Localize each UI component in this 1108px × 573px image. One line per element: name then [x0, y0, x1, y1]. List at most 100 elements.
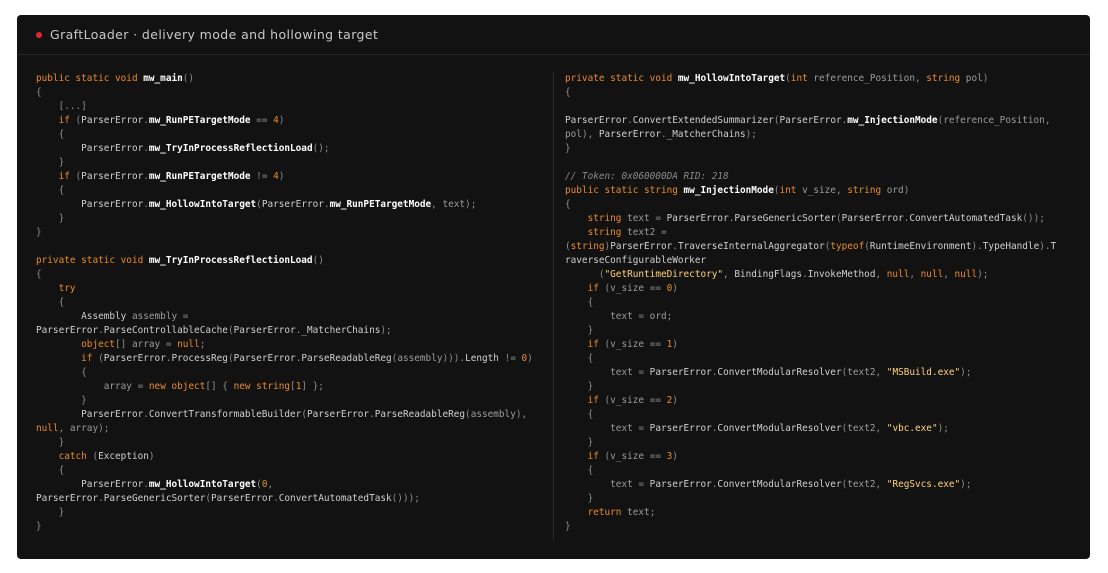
code-token-punctuation — [565, 339, 588, 350]
code-token-variable: v_size — [796, 185, 836, 196]
code-line: ("GetRuntimeDirectory", BindingFlags.Inv… — [565, 268, 1075, 282]
code-line: string text2 = — [565, 226, 1075, 240]
code-token-punctuation: != — [250, 171, 274, 182]
window-title: GraftLoader · delivery mode and hollowin… — [50, 27, 379, 42]
code-token-identifier: ParserError — [211, 493, 274, 504]
code-token-punctuation: , — [58, 423, 70, 434]
code-token-keyword: if — [58, 115, 70, 126]
code-line: text = ParserError.ConvertModularResolve… — [565, 366, 1075, 380]
code-token-variable: text — [610, 311, 633, 322]
code-line: if (ParserError.ProcessReg(ParserError.P… — [36, 352, 546, 366]
code-token-identifier: Length — [465, 353, 499, 364]
code-line: } — [36, 436, 546, 450]
code-token-keyword: if — [58, 171, 70, 182]
code-line: } — [565, 492, 1075, 506]
code-token-identifier: ParserError — [649, 367, 712, 378]
code-token-variable: array — [131, 339, 161, 350]
code-token-identifier: ParserError — [610, 241, 673, 252]
code-token-identifier: ConvertAutomatedTask — [278, 493, 392, 504]
code-token-punctuation: ) — [982, 73, 989, 84]
code-token-punctuation: = — [632, 367, 650, 378]
code-token-punctuation — [565, 311, 610, 322]
code-line: } — [565, 142, 1075, 156]
code-token-keyword: return — [587, 507, 622, 518]
code-token-keyword: object — [81, 339, 116, 350]
code-line: return text; — [565, 506, 1075, 520]
code-token-punctuation: = — [177, 311, 189, 322]
code-token-punctuation: } — [36, 437, 65, 448]
code-token-identifier: raverseConfigurableWorker — [565, 255, 707, 266]
code-token-punctuation — [36, 339, 81, 350]
code-token-punctuation: } — [565, 143, 571, 154]
code-token-punctuation: { — [36, 129, 65, 140]
code-token-identifier: T — [1050, 241, 1057, 252]
code-token-identifier: ParseReadableReg — [301, 353, 392, 364]
code-token-keyword: string — [847, 185, 882, 196]
code-token-punctuation: ) — [903, 185, 910, 196]
code-token-punctuation: ( — [598, 283, 611, 294]
code-line: try — [36, 282, 546, 296]
code-line: (string)ParserError.TraverseInternalAggr… — [565, 240, 1075, 254]
code-token-keyword: null — [36, 423, 59, 434]
code-token-punctuation — [36, 171, 59, 182]
code-line: text = ParserError.ConvertModularResolve… — [565, 478, 1075, 492]
code-line: } — [36, 226, 546, 240]
code-token-variable: array — [69, 423, 99, 434]
code-token-variable: pol — [565, 129, 582, 140]
code-token-punctuation: } — [565, 493, 594, 504]
code-token-variable: reference_Position — [943, 115, 1045, 126]
code-line: pol), ParserError._MatcherChains); — [565, 128, 1075, 142]
code-token-punctuation: ; — [649, 507, 656, 518]
code-token-identifier: ParserError — [81, 115, 144, 126]
code-line: catch (Exception) — [36, 450, 546, 464]
code-token-punctuation: ), — [581, 129, 599, 140]
code-token-keyword: string — [587, 227, 622, 238]
code-token-identifier: ParserError — [81, 199, 144, 210]
code-token-punctuation: , — [267, 479, 274, 490]
code-token-keyword: if — [587, 339, 599, 350]
code-token-punctuation: ). — [971, 241, 983, 252]
code-token-punctuation: { — [36, 297, 65, 308]
code-token-keyword: if — [587, 451, 599, 462]
code-token-punctuation: { — [565, 353, 594, 364]
code-token-variable: v_size — [610, 451, 645, 462]
code-token-variable: array — [103, 381, 132, 392]
code-line: { — [565, 198, 1075, 212]
code-token-punctuation: ) — [148, 451, 155, 462]
code-token-identifier: ParserError — [233, 325, 296, 336]
code-line: } — [36, 156, 546, 170]
code-token-punctuation — [36, 409, 81, 420]
code-line: public static string mw_InjectionMode(in… — [565, 184, 1075, 198]
code-token-identifier: ParserError — [306, 409, 370, 420]
code-token-punctuation: } — [36, 521, 42, 532]
code-token-punctuation: ) — [672, 451, 678, 462]
code-token-identifier: ParserError — [841, 213, 904, 224]
code-line: ParserError.mw_HollowIntoTarget(ParserEr… — [36, 198, 546, 212]
code-token-punctuation: , — [914, 73, 927, 84]
code-token-punctuation: ( — [565, 269, 605, 280]
code-token-identifier: _MatcherChains — [666, 129, 746, 140]
code-token-method-name: mw_HollowIntoTarget — [677, 73, 786, 84]
code-token-punctuation — [565, 213, 588, 224]
code-token-keyword: null — [954, 269, 978, 280]
code-token-punctuation — [565, 507, 588, 518]
code-token-identifier: ParserError — [666, 213, 729, 224]
code-token-identifier: ParserError — [81, 479, 144, 490]
code-token-punctuation: , — [723, 269, 735, 280]
code-token-punctuation: { — [36, 465, 65, 476]
code-token-punctuation: , — [909, 269, 921, 280]
code-token-method-name: mw_InjectionMode — [847, 115, 938, 126]
code-token-punctuation: ); — [960, 367, 972, 378]
code-token-punctuation: (); — [312, 143, 330, 154]
code-token-method-name: mw_HollowIntoTarget — [148, 479, 257, 490]
code-line: if (ParserError.mw_RunPETargetMode == 4) — [36, 114, 546, 128]
code-token-variable: assembly — [470, 409, 516, 420]
code-token-punctuation: ) — [672, 339, 678, 350]
code-token-punctuation: } — [36, 395, 87, 406]
code-token-punctuation — [36, 199, 81, 210]
code-token-punctuation: ) — [278, 115, 285, 126]
code-token-punctuation: ] }; — [301, 381, 324, 392]
code-token-punctuation: ), — [515, 409, 528, 420]
code-token-keyword: new object — [148, 381, 206, 392]
